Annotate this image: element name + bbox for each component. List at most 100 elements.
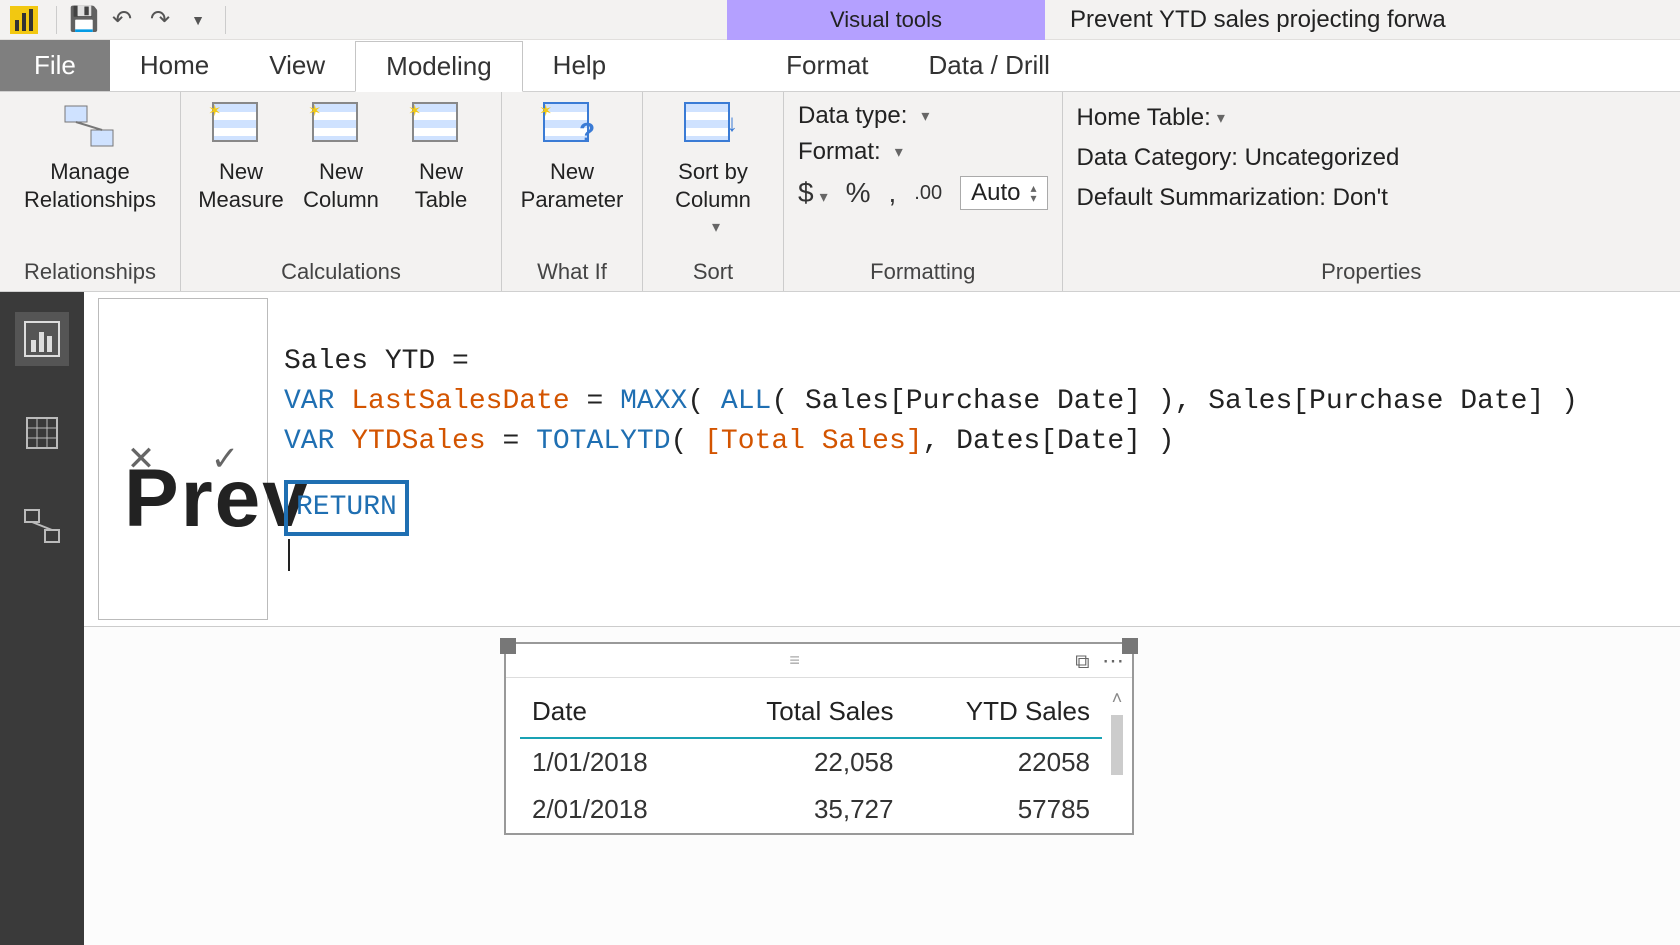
return-keyword-highlight: RETURN	[284, 480, 409, 536]
percent-icon[interactable]: %	[846, 177, 871, 209]
qat-separator	[225, 6, 226, 34]
formula-editor[interactable]: Sales YTD = VAR LastSalesDate = MAXX( AL…	[268, 292, 1680, 626]
redo-icon[interactable]: ↷	[141, 2, 179, 38]
qat-dropdown-icon[interactable]: ▼	[179, 2, 217, 38]
new-measure-button[interactable]: ✶ New Measure	[191, 98, 291, 214]
document-title: Prevent YTD sales projecting forwa	[1070, 0, 1446, 40]
cell-total-sales: 22,058	[705, 738, 905, 786]
data-table: Date Total Sales YTD Sales 1/01/2018 22,…	[520, 686, 1102, 833]
tab-format[interactable]: Format	[756, 40, 898, 91]
button-label: New Column	[303, 158, 379, 214]
column-icon: ✶	[312, 102, 370, 152]
group-properties: Home Table: ▾ Data Category: Uncategoriz…	[1063, 92, 1680, 291]
column-header-date[interactable]: Date	[520, 686, 705, 738]
chevron-down-icon: ▾	[895, 142, 903, 162]
default-summarization-dropdown[interactable]: Default Summarization: Don't	[1077, 184, 1666, 212]
scrollbar[interactable]: ˄	[1108, 688, 1126, 833]
ribbon-tabs: File Home View Modeling Help Format Data…	[0, 40, 1680, 92]
group-label: What If	[512, 257, 632, 287]
save-icon[interactable]: 💾	[65, 2, 103, 38]
spinner-arrows[interactable]: ▴▾	[1030, 183, 1036, 203]
cell-date: 1/01/2018	[520, 738, 705, 786]
report-view-icon[interactable]	[15, 312, 69, 366]
view-nav-rail	[0, 292, 84, 945]
drag-grip-icon[interactable]: ≡	[789, 650, 800, 671]
tab-view[interactable]: View	[239, 40, 355, 91]
table-icon: ✶	[412, 102, 470, 152]
group-relationships: Manage Relationships Relationships	[0, 92, 181, 291]
app-icon	[10, 6, 38, 34]
label: Home Table:	[1077, 104, 1211, 132]
button-label: New Parameter	[521, 158, 624, 214]
chevron-down-icon: ▾	[1217, 108, 1225, 128]
undo-icon[interactable]: ↶	[103, 2, 141, 38]
label: Data type:	[798, 102, 907, 130]
resize-handle[interactable]	[1122, 638, 1138, 654]
chevron-down-icon: ▾	[921, 106, 929, 126]
resize-handle[interactable]	[500, 638, 516, 654]
column-header-ytd-sales[interactable]: YTD Sales	[905, 686, 1102, 738]
decimal-icon[interactable]: .00	[914, 182, 942, 205]
new-parameter-button[interactable]: ✶? New Parameter	[512, 98, 632, 214]
column-header-total-sales[interactable]: Total Sales	[705, 686, 905, 738]
group-label: Calculations	[191, 257, 491, 287]
group-label: Relationships	[10, 257, 170, 287]
scroll-up-icon[interactable]: ˄	[1108, 688, 1126, 709]
sort-icon: ↓	[684, 102, 742, 152]
button-label: Manage Relationships	[24, 158, 156, 214]
visual-body: Date Total Sales YTD Sales 1/01/2018 22,…	[506, 678, 1132, 833]
format-dropdown[interactable]: Format: ▾	[798, 138, 1048, 166]
label: Data Category: Uncategorized	[1077, 144, 1400, 172]
contextual-tab-visual-tools[interactable]: Visual tools	[727, 0, 1045, 40]
home-table-dropdown[interactable]: Home Table: ▾	[1077, 104, 1666, 132]
more-options-icon[interactable]: ⋯	[1102, 648, 1124, 673]
currency-icon[interactable]: $▾	[798, 177, 828, 209]
text-cursor	[288, 539, 290, 571]
data-type-dropdown[interactable]: Data type: ▾	[798, 102, 1048, 130]
group-label: Sort	[653, 257, 773, 287]
new-column-button[interactable]: ✶ New Column	[291, 98, 391, 214]
tab-modeling[interactable]: Modeling	[355, 41, 523, 92]
cell-date: 2/01/2018	[520, 786, 705, 833]
cell-total-sales: 35,727	[705, 786, 905, 833]
ribbon: Manage Relationships Relationships ✶ New…	[0, 92, 1680, 292]
group-label: Formatting	[798, 257, 1048, 287]
decimal-places-spinner[interactable]: Auto ▴▾	[960, 176, 1047, 210]
tab-help[interactable]: Help	[523, 40, 636, 91]
data-category-dropdown[interactable]: Data Category: Uncategorized	[1077, 144, 1666, 172]
parameter-icon: ✶?	[543, 102, 601, 152]
group-sort: ↓ Sort by Column ▾ Sort	[643, 92, 784, 291]
canvas[interactable]: ✕ ✓ Sales YTD = VAR LastSalesDate = MAXX…	[84, 292, 1680, 945]
button-label: Sort by Column	[675, 158, 751, 214]
button-label: New Table	[415, 158, 468, 214]
scroll-thumb[interactable]	[1111, 715, 1123, 775]
focus-mode-icon[interactable]: ⧉	[1075, 651, 1089, 673]
new-table-button[interactable]: ✶ New Table	[391, 98, 491, 214]
button-label: New Measure	[198, 158, 284, 214]
group-label: Properties	[1077, 257, 1666, 287]
sort-by-column-button[interactable]: ↓ Sort by Column ▾	[653, 98, 773, 242]
tab-home[interactable]: Home	[110, 40, 239, 91]
cell-ytd-sales: 57785	[905, 786, 1102, 833]
cell-ytd-sales: 22058	[905, 738, 1102, 786]
table-visual[interactable]: ≡ ⧉ ⋯ Date Total Sales YTD Sales	[504, 642, 1134, 835]
qat-separator	[56, 6, 57, 34]
group-formatting: Data type: ▾ Format: ▾ $▾ % , .00 Auto ▴…	[784, 92, 1063, 291]
tab-file[interactable]: File	[0, 40, 110, 91]
tab-data-drill[interactable]: Data / Drill	[899, 40, 1080, 91]
table-row[interactable]: 1/01/2018 22,058 22058	[520, 738, 1102, 786]
main-area: ✕ ✓ Sales YTD = VAR LastSalesDate = MAXX…	[0, 292, 1680, 945]
model-view-icon[interactable]	[15, 500, 69, 554]
chevron-down-icon: ▾	[712, 214, 720, 242]
thousands-icon[interactable]: ,	[889, 177, 897, 209]
formula-text: Sales YTD = VAR LastSalesDate = MAXX( AL…	[284, 346, 1578, 457]
table-header-row: Date Total Sales YTD Sales	[520, 686, 1102, 738]
data-view-icon[interactable]	[15, 406, 69, 460]
label: Default Summarization: Don't	[1077, 184, 1388, 212]
group-whatif: ✶? New Parameter What If	[502, 92, 643, 291]
table-row[interactable]: 2/01/2018 35,727 57785	[520, 786, 1102, 833]
relationships-icon	[61, 102, 119, 152]
visual-header: ≡ ⧉ ⋯	[506, 644, 1132, 678]
manage-relationships-button[interactable]: Manage Relationships	[10, 98, 170, 214]
formula-bar: ✕ ✓ Sales YTD = VAR LastSalesDate = MAXX…	[84, 292, 1680, 627]
